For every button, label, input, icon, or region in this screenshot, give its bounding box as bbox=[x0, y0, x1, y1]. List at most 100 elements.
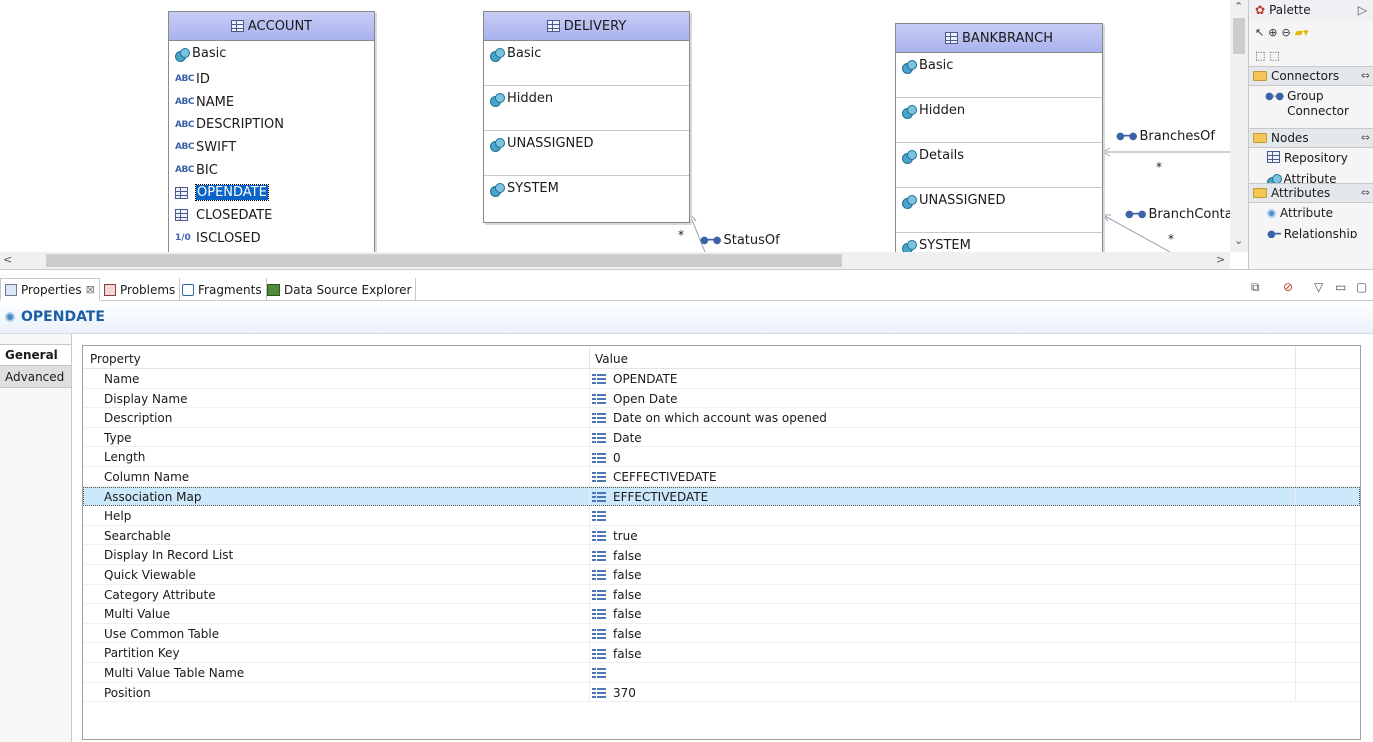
section-pin-icon[interactable]: ⇔ bbox=[1361, 131, 1370, 144]
account-attribute-0[interactable]: ABC ID bbox=[169, 68, 374, 91]
scroll-right-icon[interactable]: > bbox=[1216, 253, 1225, 266]
maximize-icon[interactable]: ▢ bbox=[1356, 280, 1367, 294]
diagram-canvas[interactable]: ACCOUNT Basic ABC ID ABC NAME ABC DESCRIPTION… bbox=[0, 0, 1230, 252]
account-attribute-6[interactable]: CLOSEDATE bbox=[169, 204, 374, 227]
table-row[interactable]: Use Common Table false bbox=[83, 623, 1360, 644]
property-value-cell[interactable]: OPENDATE bbox=[590, 369, 1296, 388]
bankbranch-group-system[interactable]: SYSTEM bbox=[896, 233, 1102, 252]
entity-bankbranch[interactable]: BANKBRANCH Basic Hidden Details UNASSIGN… bbox=[895, 23, 1103, 252]
palette-header[interactable]: ✿ Palette ▷ bbox=[1249, 0, 1373, 20]
table-row[interactable]: Name OPENDATE bbox=[83, 369, 1360, 389]
palette-item-attribute-group[interactable]: Attribute Group bbox=[1249, 169, 1373, 183]
property-value-cell[interactable]: 370 bbox=[590, 682, 1296, 702]
zoom-in-icon[interactable]: ⊕ bbox=[1268, 26, 1277, 39]
property-value-cell[interactable]: true bbox=[590, 525, 1296, 545]
table-row[interactable]: Category Attribute false bbox=[83, 584, 1360, 605]
tab-general[interactable]: General bbox=[0, 344, 71, 366]
scrollbar-thumb[interactable] bbox=[46, 254, 842, 267]
property-value-cell[interactable] bbox=[590, 662, 1296, 682]
bankbranch-group-details[interactable]: Details bbox=[896, 143, 1102, 188]
connector-statusof[interactable]: ●━● StatusOf bbox=[700, 233, 780, 248]
scroll-left-icon[interactable]: < bbox=[3, 253, 12, 266]
pin-view-icon[interactable]: ⧉ bbox=[1251, 280, 1260, 295]
tab-advanced[interactable]: Advanced bbox=[0, 366, 71, 388]
delivery-group-basic[interactable]: Basic bbox=[484, 41, 689, 86]
view-menu-icon[interactable]: ▽ bbox=[1314, 280, 1323, 294]
table-row[interactable]: Display In Record List false bbox=[83, 545, 1360, 565]
remove-icon[interactable]: ⊘ bbox=[1283, 280, 1293, 294]
account-attribute-3[interactable]: ABC SWIFT bbox=[169, 136, 374, 159]
scroll-up-icon[interactable]: ⌃ bbox=[1234, 0, 1243, 13]
tab-properties[interactable]: Properties ⊠ bbox=[0, 278, 100, 301]
account-group-basic[interactable]: Basic bbox=[169, 41, 374, 63]
table-row[interactable]: Multi Value false bbox=[83, 604, 1360, 624]
vertical-scrollbar[interactable]: ⌃ ⌄ bbox=[1230, 0, 1248, 252]
table-row[interactable]: Partition Key false bbox=[83, 643, 1360, 663]
scrollbar-thumb[interactable] bbox=[1233, 18, 1245, 54]
property-value-cell[interactable]: false bbox=[590, 604, 1296, 623]
note-tool-icon[interactable]: ▰▾ bbox=[1295, 26, 1309, 39]
entity-account-header[interactable]: ACCOUNT bbox=[169, 12, 374, 41]
connector-branchesof[interactable]: ●━● BranchesOf bbox=[1116, 129, 1215, 144]
tab-data-source-explorer[interactable]: Data Source Explorer bbox=[263, 278, 417, 301]
property-value-cell[interactable]: Date on which account was opened bbox=[590, 408, 1296, 427]
palette-section-nodes[interactable]: Nodes ⇔ bbox=[1249, 128, 1373, 148]
table-row[interactable]: Type Date bbox=[83, 427, 1360, 448]
marquee-connections-icon[interactable]: ⬚ bbox=[1269, 49, 1279, 62]
entity-account[interactable]: ACCOUNT Basic ABC ID ABC NAME ABC DESCRIPTION… bbox=[168, 11, 375, 252]
account-attribute-7[interactable]: 1/0 ISCLOSED bbox=[169, 227, 374, 250]
account-attribute-1[interactable]: ABC NAME bbox=[169, 91, 374, 114]
table-row[interactable]: Association Map EFFECTIVEDATE bbox=[83, 486, 1360, 507]
marquee-select-icon[interactable]: ⬚ bbox=[1255, 49, 1265, 62]
palette-section-connectors[interactable]: Connectors ⇔ bbox=[1249, 66, 1373, 86]
table-row[interactable]: Column Name CEFFECTIVEDATE bbox=[83, 466, 1360, 487]
bankbranch-group-hidden[interactable]: Hidden bbox=[896, 98, 1102, 143]
account-attribute-4[interactable]: ABC BIC bbox=[169, 159, 374, 182]
palette-item-group-connector[interactable]: ●-● Group Connector bbox=[1249, 86, 1373, 128]
property-value-cell[interactable]: false bbox=[590, 545, 1296, 564]
horizontal-scrollbar[interactable]: < > bbox=[0, 252, 1230, 269]
close-tab-icon[interactable]: ⊠ bbox=[86, 283, 95, 296]
property-value-cell[interactable]: CEFFECTIVEDATE bbox=[590, 466, 1296, 486]
property-value-cell[interactable] bbox=[590, 506, 1296, 525]
table-row[interactable]: Help bbox=[83, 506, 1360, 526]
column-header-property[interactable]: Property bbox=[83, 346, 590, 368]
delivery-group-hidden[interactable]: Hidden bbox=[484, 86, 689, 131]
property-value-cell[interactable]: false bbox=[590, 643, 1296, 662]
entity-delivery[interactable]: DELIVERY Basic Hidden UNASSIGNED SYSTEM bbox=[483, 11, 690, 223]
palette-section-attributes[interactable]: Attributes ⇔ bbox=[1249, 183, 1373, 203]
table-row[interactable]: Length 0 bbox=[83, 447, 1360, 467]
table-row[interactable]: Quick Viewable false bbox=[83, 564, 1360, 585]
table-row[interactable]: Searchable true bbox=[83, 525, 1360, 546]
view-divider[interactable] bbox=[0, 269, 1373, 277]
palette-item-repository[interactable]: Repository bbox=[1249, 148, 1373, 169]
scroll-down-icon[interactable]: ⌄ bbox=[1234, 234, 1243, 247]
table-row[interactable]: Position 370 bbox=[83, 682, 1360, 703]
table-row[interactable]: Multi Value Table Name bbox=[83, 662, 1360, 683]
account-attribute-5[interactable]: OPENDATE bbox=[169, 181, 374, 204]
property-value-cell[interactable]: 0 bbox=[590, 447, 1296, 466]
entity-delivery-header[interactable]: DELIVERY bbox=[484, 12, 689, 41]
property-value-cell[interactable]: false bbox=[590, 623, 1296, 643]
tab-fragments[interactable]: Fragments bbox=[178, 278, 267, 301]
select-tool-icon[interactable]: ↖ bbox=[1255, 26, 1264, 39]
account-attribute-2[interactable]: ABC DESCRIPTION bbox=[169, 113, 374, 136]
property-value-cell[interactable]: false bbox=[590, 564, 1296, 584]
property-value-cell[interactable]: EFFECTIVEDATE bbox=[590, 486, 1296, 506]
palette-item-attribute[interactable]: Attribute bbox=[1249, 203, 1373, 224]
property-value-cell[interactable]: false bbox=[590, 584, 1296, 604]
property-value-cell[interactable]: Date bbox=[590, 427, 1296, 447]
tab-problems[interactable]: Problems bbox=[100, 278, 181, 301]
delivery-group-unassigned[interactable]: UNASSIGNED bbox=[484, 131, 689, 176]
delivery-group-system[interactable]: SYSTEM bbox=[484, 176, 689, 221]
section-pin-icon[interactable]: ⇔ bbox=[1361, 186, 1370, 199]
bankbranch-group-unassigned[interactable]: UNASSIGNED bbox=[896, 188, 1102, 233]
section-pin-icon[interactable]: ⇔ bbox=[1361, 69, 1370, 82]
bankbranch-group-basic[interactable]: Basic bbox=[896, 53, 1102, 98]
collapse-palette-icon[interactable]: ▷ bbox=[1358, 3, 1367, 17]
entity-bankbranch-header[interactable]: BANKBRANCH bbox=[896, 24, 1102, 53]
property-value-cell[interactable]: Open Date bbox=[590, 388, 1296, 408]
connector-branchcontact[interactable]: ●━● BranchContact bbox=[1125, 207, 1230, 222]
column-header-value[interactable]: Value bbox=[590, 346, 1296, 368]
table-row[interactable]: Display Name Open Date bbox=[83, 388, 1360, 409]
